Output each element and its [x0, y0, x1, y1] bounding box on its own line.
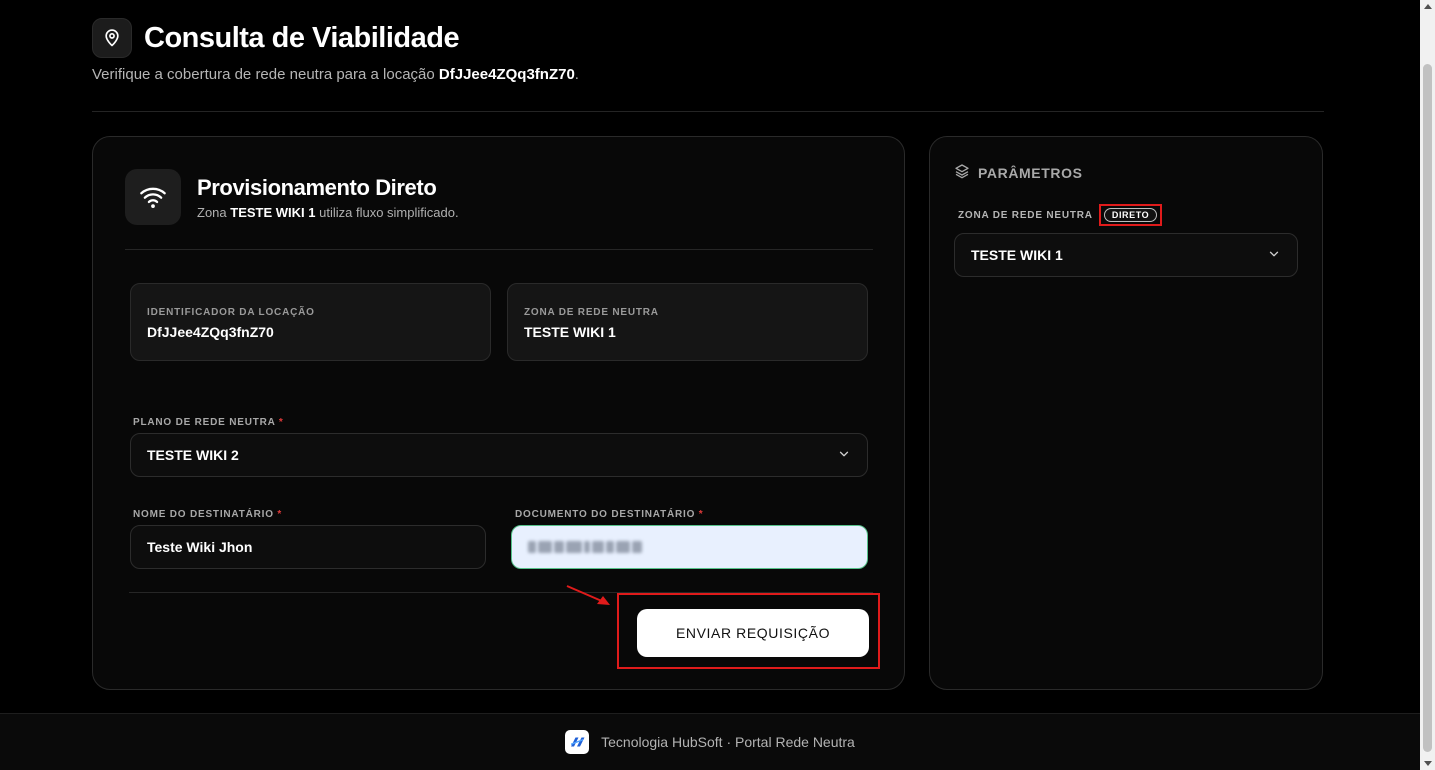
- submit-request-button[interactable]: ENVIAR REQUISIÇÃO: [637, 609, 869, 657]
- page-title: Consulta de Viabilidade: [144, 21, 460, 54]
- header-divider: [92, 111, 1324, 112]
- plan-select[interactable]: TESTE WIKI 2: [130, 433, 868, 477]
- parameters-title: PARÂMETROS: [954, 163, 1083, 182]
- page-header: Consulta de Viabilidade Verifique a cobe…: [92, 18, 1324, 83]
- side-zone-select[interactable]: TESTE WIKI 1: [954, 233, 1298, 277]
- card-divider: [125, 249, 873, 250]
- location-info-box: IDENTIFICADOR DA LOCAÇÃO DfJJee4ZQq3fnZ7…: [130, 283, 491, 361]
- recipient-doc-label: DOCUMENTO DO DESTINATÁRIO *: [515, 509, 704, 520]
- side-zone-label: ZONA DE REDE NEUTRA: [958, 209, 1093, 221]
- parameters-card: PARÂMETROS ZONA DE REDE NEUTRA DIRETO TE…: [929, 136, 1323, 690]
- zone-info-label: ZONA DE REDE NEUTRA: [524, 307, 659, 318]
- footer: Tecnologia HubSoft · Portal Rede Neutra: [0, 713, 1420, 770]
- plan-label: PLANO DE REDE NEUTRA *: [133, 417, 284, 428]
- scroll-down-arrow-icon[interactable]: [1424, 761, 1432, 766]
- recipient-name-label: NOME DO DESTINATÁRIO *: [133, 509, 283, 520]
- card-subtitle: Zona TESTE WIKI 1 utiliza fluxo simplifi…: [197, 204, 459, 220]
- layers-icon: [954, 163, 970, 182]
- zone-info-box: ZONA DE REDE NEUTRA TESTE WIKI 1: [507, 283, 868, 361]
- chevron-down-icon: [1267, 247, 1281, 264]
- hubsoft-logo: [565, 730, 590, 754]
- chevron-down-icon: [837, 447, 851, 464]
- card-title: Provisionamento Direto: [197, 174, 437, 200]
- card-zone-name: TESTE WIKI 1: [230, 204, 316, 220]
- side-zone-select-value: TESTE WIKI 1: [971, 247, 1063, 263]
- recipient-name-input[interactable]: Teste Wiki Jhon: [130, 525, 486, 569]
- recipient-doc-input[interactable]: [511, 525, 868, 569]
- redacted-document-value: [528, 541, 642, 553]
- map-pin-icon: [92, 18, 132, 58]
- location-info-value: DfJJee4ZQq3fnZ70: [147, 324, 274, 340]
- scrollbar-thumb[interactable]: [1423, 64, 1432, 752]
- wifi-icon: [125, 169, 181, 225]
- provisioning-card: Provisionamento Direto Zona TESTE WIKI 1…: [92, 136, 905, 690]
- mode-badge: DIRETO: [1103, 208, 1158, 222]
- badge-highlight-box: DIRETO: [1098, 204, 1163, 226]
- location-id: DfJJee4ZQq3fnZ70: [438, 66, 575, 83]
- page-subtitle: Verifique a cobertura de rede neutra par…: [92, 66, 579, 83]
- annotation-arrow-icon: [566, 585, 610, 605]
- vertical-scrollbar[interactable]: [1420, 0, 1435, 770]
- footer-text: Tecnologia HubSoft · Portal Rede Neutra: [601, 734, 855, 750]
- side-zone-row: ZONA DE REDE NEUTRA DIRETO: [958, 204, 1163, 226]
- zone-info-value: TESTE WIKI 1: [524, 324, 616, 340]
- location-info-label: IDENTIFICADOR DA LOCAÇÃO: [147, 307, 315, 318]
- plan-select-value: TESTE WIKI 2: [147, 447, 239, 463]
- scroll-up-arrow-icon[interactable]: [1424, 4, 1432, 9]
